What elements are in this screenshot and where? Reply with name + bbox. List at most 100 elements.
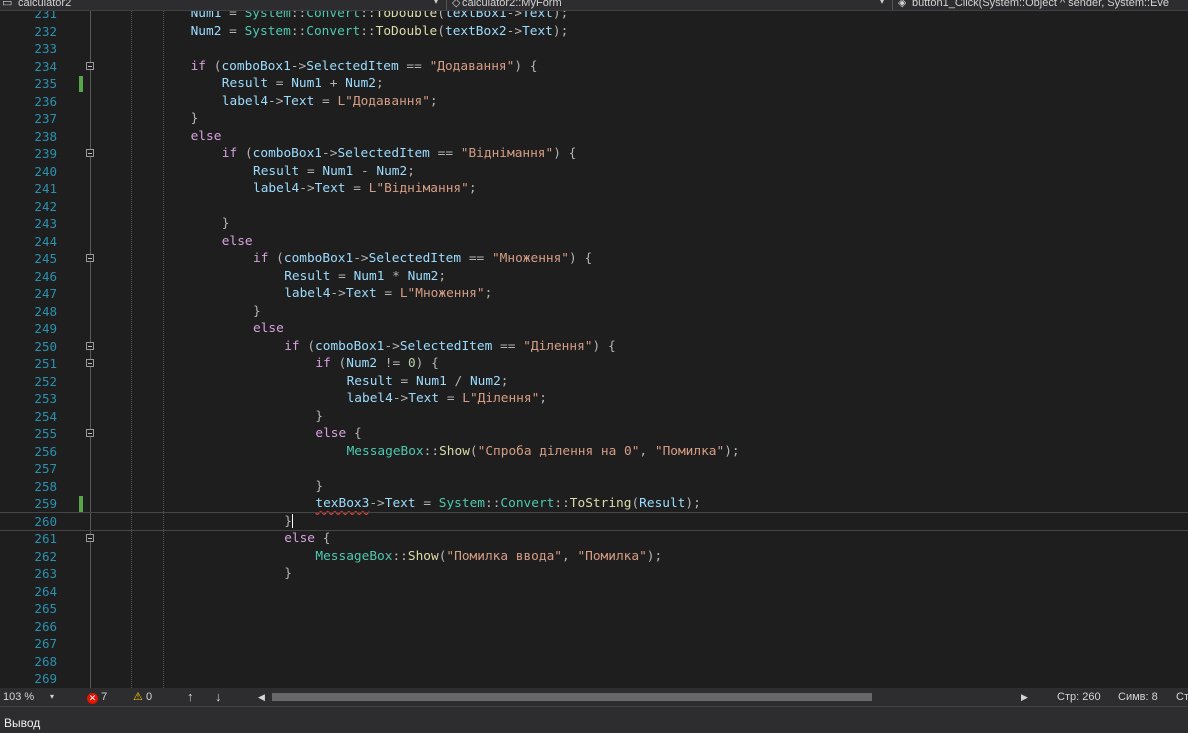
code-line[interactable]: 253 label4->Text = L"Ділення";: [0, 390, 1188, 408]
code-text: Num2 = System::Convert::ToDouble(textBox…: [190, 23, 569, 39]
code-editor[interactable]: 231 Num1 = System::Convert::ToDouble(text…: [0, 11, 1188, 688]
zoom-dropdown-icon[interactable]: ▾: [50, 688, 54, 706]
code-line[interactable]: 262 MessageBox::Show("Помилка ввода", "По…: [0, 548, 1188, 566]
code-line[interactable]: 247 label4->Text = L"Множення";: [0, 285, 1188, 303]
code-line[interactable]: 246 Result = Num1 * Num2;: [0, 268, 1188, 286]
code-line[interactable]: 265: [0, 600, 1188, 618]
code-line[interactable]: 266: [0, 618, 1188, 636]
fold-toggle-icon[interactable]: [86, 61, 94, 70]
code-line[interactable]: 250 if (comboBox1->SelectedItem == "Ділен…: [0, 338, 1188, 356]
fold-toggle-icon[interactable]: [86, 254, 94, 262]
code-line[interactable]: 244 else: [0, 233, 1188, 251]
code-line[interactable]: 254}: [0, 408, 1188, 426]
line-number: 256: [34, 443, 57, 459]
fold-toggle-icon[interactable]: [86, 341, 94, 350]
line-number: 232: [34, 23, 57, 39]
code-line[interactable]: 261 else {: [0, 530, 1188, 548]
line-number: 231: [34, 11, 57, 21]
dropdown-icon[interactable]: ▾: [880, 0, 884, 6]
line-number: 236: [34, 93, 57, 109]
code-text: else: [253, 321, 284, 336]
code-line[interactable]: 256 MessageBox::Show("Спроба ділення на 0…: [0, 443, 1188, 461]
line-number: 247: [34, 286, 57, 301]
error-count[interactable]: ✕ 7: [87, 688, 107, 706]
code-text: Result = Num1 + Num2;: [221, 76, 384, 91]
code-line[interactable]: 239 if (comboBox1->SelectedItem == "Відні…: [0, 145, 1188, 163]
code-text: if (comboBox1->SelectedItem == "Відніман…: [221, 146, 577, 161]
project-dropdown[interactable]: calculator2: [18, 0, 418, 10]
fold-toggle-icon[interactable]: [86, 149, 94, 157]
fold-toggle-icon[interactable]: [86, 429, 94, 437]
code-text: if (comboBox1->SelectedItem == "Множення…: [253, 251, 593, 266]
line-number: 255: [34, 426, 57, 441]
code-line[interactable]: 238 else: [0, 128, 1188, 146]
code-line[interactable]: 243}: [0, 215, 1188, 233]
code-line[interactable]: 264: [0, 583, 1188, 601]
code-line[interactable]: 269: [0, 670, 1188, 688]
code-line[interactable]: 268: [0, 653, 1188, 671]
line-number: 234: [34, 58, 57, 74]
code-line[interactable]: 249 else: [0, 320, 1188, 338]
arrow-down-icon[interactable]: ↓: [215, 688, 222, 706]
code-line[interactable]: 260}: [0, 511, 1188, 531]
code-line[interactable]: 235 Result = Num1 + Num2;: [0, 75, 1188, 93]
fold-toggle-icon[interactable]: [86, 359, 94, 367]
line-number: 266: [34, 618, 57, 634]
code-line[interactable]: 248}: [0, 303, 1188, 321]
line-number: 263: [34, 566, 57, 581]
line-number: 244: [34, 233, 57, 249]
output-title: Вывод: [4, 716, 41, 730]
warning-icon: ⚠: [133, 691, 143, 703]
line-number: 246: [34, 268, 57, 284]
code-line[interactable]: 240 Result = Num1 - Num2;: [0, 163, 1188, 181]
output-panel-tab[interactable]: Вывод: [0, 706, 1188, 733]
code-line[interactable]: 237}: [0, 110, 1188, 128]
member-dropdown[interactable]: button1_Click(System::Object ^ sender, S…: [912, 0, 1188, 10]
code-line[interactable]: 233: [0, 40, 1188, 58]
line-number: 253: [34, 391, 57, 406]
method-icon: ◈: [898, 0, 907, 9]
line-number: 237: [34, 111, 57, 126]
line-number: 250: [34, 338, 57, 354]
fold-toggle-icon[interactable]: [86, 534, 94, 542]
line-number: 245: [34, 251, 57, 266]
code-line[interactable]: 245 if (comboBox1->SelectedItem == "Множе…: [0, 250, 1188, 268]
status-extra: Ст: [1176, 691, 1188, 703]
line-number: 235: [34, 76, 57, 91]
code-line[interactable]: 257: [0, 460, 1188, 478]
error-icon: ✕: [87, 693, 98, 704]
scroll-left-icon[interactable]: ◀: [258, 688, 265, 706]
warning-count[interactable]: ⚠ 0: [133, 688, 152, 706]
code-line[interactable]: 242: [0, 198, 1188, 216]
code-line[interactable]: 263}: [0, 565, 1188, 583]
code-line[interactable]: 234 if (comboBox1->SelectedItem == "Додав…: [0, 58, 1188, 76]
code-text: }: [253, 303, 261, 319]
code-text: }: [190, 111, 199, 126]
arrow-up-icon[interactable]: ↑: [187, 688, 194, 706]
line-number: 260: [34, 513, 57, 529]
code-text: label4->Text = L"Додавання";: [221, 93, 438, 109]
code-line[interactable]: 258}: [0, 478, 1188, 496]
zoom-level[interactable]: 103 %: [3, 688, 34, 706]
code-line[interactable]: 259 texBox3->Text = System::Convert::ToSt…: [0, 495, 1188, 513]
code-line[interactable]: 231 Num1 = System::Convert::ToDouble(text…: [0, 11, 1188, 23]
horizontal-scrollbar-thumb[interactable]: [272, 693, 872, 701]
line-number: 248: [34, 303, 57, 319]
code-text: else {: [284, 531, 331, 546]
dropdown-icon[interactable]: ▾: [434, 0, 438, 6]
scroll-right-icon[interactable]: ▶: [1021, 688, 1028, 706]
code-text: }: [221, 216, 230, 231]
line-number: 259: [34, 496, 57, 511]
code-line[interactable]: 267: [0, 635, 1188, 653]
line-number: 233: [34, 41, 57, 56]
code-line[interactable]: 241 label4->Text = L"Віднімання";: [0, 180, 1188, 198]
code-text: label4->Text = L"Ділення";: [346, 391, 548, 406]
scope-dropdown[interactable]: calculator2::MyForm: [462, 0, 872, 10]
change-marker: [79, 496, 83, 512]
code-line[interactable]: 251 if (Num2 != 0) {: [0, 355, 1188, 373]
code-line[interactable]: 255 else {: [0, 425, 1188, 443]
code-line[interactable]: 236 label4->Text = L"Додавання";: [0, 93, 1188, 111]
code-line[interactable]: 232 Num2 = System::Convert::ToDouble(text…: [0, 23, 1188, 41]
code-text: texBox3->Text = System::Convert::ToStrin…: [315, 496, 701, 511]
code-line[interactable]: 252 Result = Num1 / Num2;: [0, 373, 1188, 391]
